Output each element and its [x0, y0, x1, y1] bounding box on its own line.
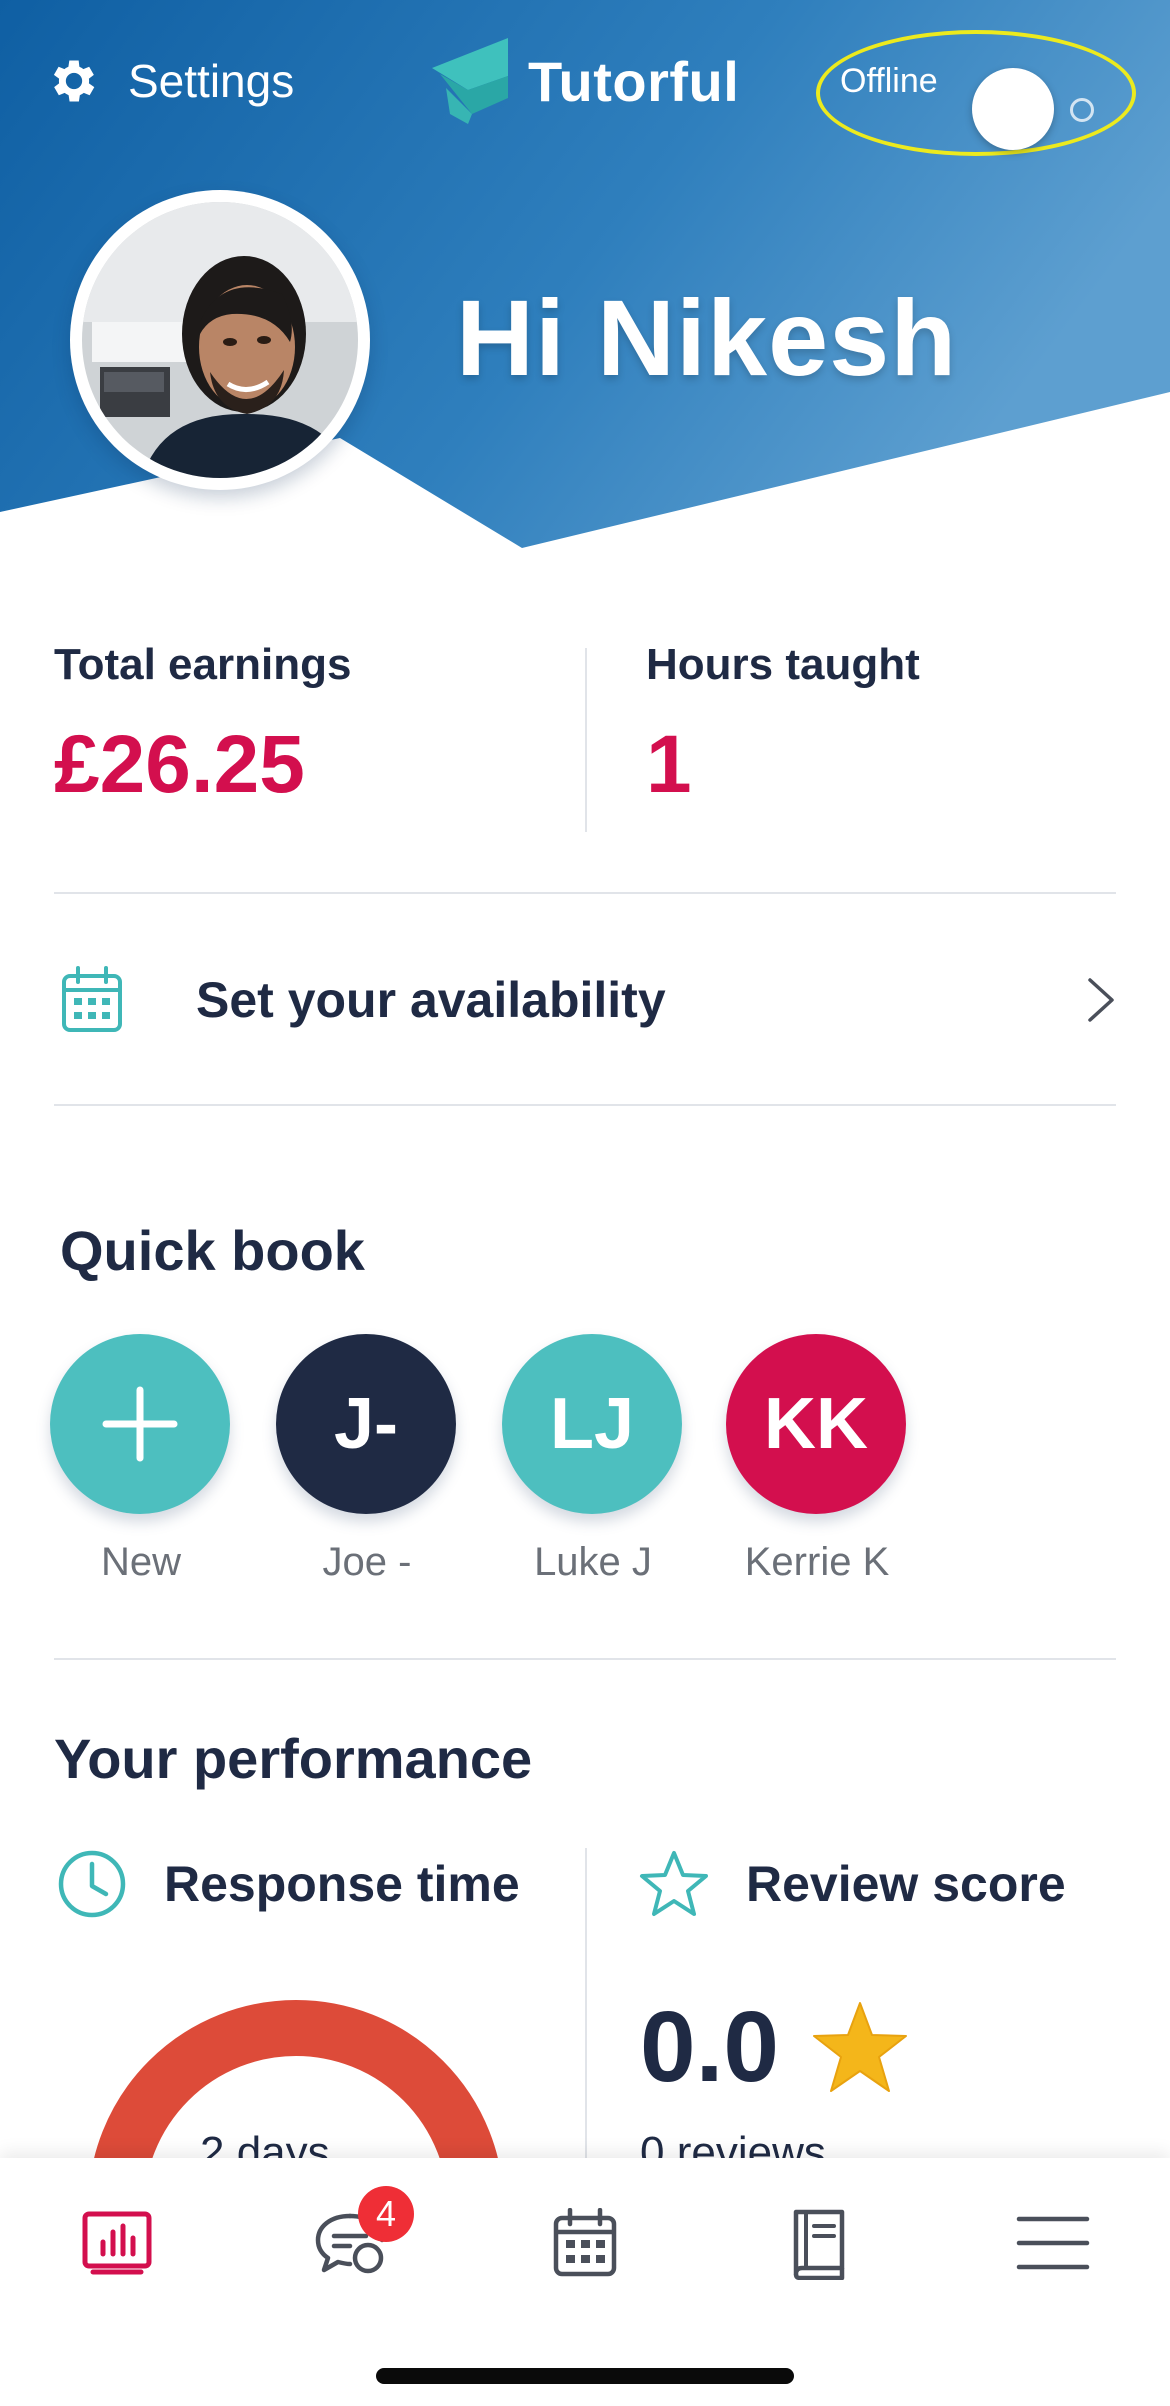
dashboard-chart-icon — [81, 2210, 153, 2281]
toggle-off-indicator-icon — [1070, 98, 1094, 122]
brand-name: Tutorful — [528, 49, 740, 113]
hours-taught-label: Hours taught — [646, 640, 920, 689]
quick-book-student[interactable]: J- Joe - — [276, 1334, 458, 1585]
review-score-header: Review score — [638, 1848, 1066, 1920]
brand-logo: Tutorful — [432, 38, 739, 124]
stats-summary: Total earnings £26.25 Hours taught 1 — [0, 640, 1170, 840]
quick-book-student[interactable]: LJ Luke J — [502, 1334, 684, 1585]
calendar-icon — [60, 966, 124, 1034]
hours-taught-value: 1 — [646, 719, 692, 810]
calendar-icon — [552, 2207, 618, 2283]
total-earnings-stat: Total earnings £26.25 — [54, 640, 351, 812]
avatar[interactable] — [70, 190, 370, 490]
greeting-heading: Hi Nikesh — [456, 277, 958, 398]
nav-menu[interactable] — [1008, 2200, 1098, 2290]
quick-book-name: New — [100, 1540, 182, 1584]
nav-messages[interactable]: 4 — [306, 2186, 414, 2290]
quick-book-name: Kerrie K — [744, 1540, 890, 1584]
review-score-label: Review score — [746, 1856, 1066, 1912]
unread-badge: 4 — [358, 2186, 414, 2242]
chevron-right-icon — [1084, 976, 1116, 1024]
stats-divider — [585, 648, 587, 832]
performance-divider — [585, 1848, 587, 2168]
hours-taught-stat: Hours taught 1 — [646, 640, 920, 812]
status-label: Offline — [840, 62, 938, 100]
avatar-photo — [82, 202, 358, 478]
profile-header: Settings Tutorful Offline Hi Nikesh — [0, 0, 1170, 560]
clock-icon — [56, 1848, 128, 1920]
set-availability-row[interactable]: Set your availability — [54, 940, 1116, 1060]
menu-icon — [1015, 2213, 1091, 2278]
review-score-value: 0.0 — [640, 1991, 780, 2103]
response-time-header: Response time — [56, 1848, 520, 1920]
divider — [54, 892, 1116, 894]
total-earnings-value: £26.25 — [54, 719, 305, 810]
performance-title: Your performance — [54, 1727, 533, 1790]
student-avatar-initials: KK — [726, 1334, 906, 1514]
divider — [54, 1658, 1116, 1660]
settings-label: Settings — [128, 55, 295, 107]
quick-book-title: Quick book — [60, 1219, 365, 1282]
quick-book-new-button[interactable]: New — [50, 1334, 232, 1585]
quick-book-student[interactable]: KK Kerrie K — [726, 1334, 908, 1585]
divider — [54, 1104, 1116, 1106]
total-earnings-label: Total earnings — [54, 640, 352, 689]
quick-book-name: Luke J — [534, 1540, 652, 1584]
review-score-display: 0.0 — [640, 1990, 909, 2105]
settings-button[interactable]: Settings — [46, 48, 294, 114]
star-outline-icon — [638, 1848, 710, 1920]
response-time-label: Response time — [164, 1856, 520, 1912]
online-status-toggle[interactable]: Offline — [816, 30, 1136, 156]
toggle-knob — [972, 68, 1054, 150]
tutorful-logo-icon — [432, 38, 512, 124]
student-avatar-initials: LJ — [502, 1334, 682, 1514]
gear-icon — [46, 53, 102, 109]
star-filled-icon — [811, 1999, 909, 2097]
nav-resources[interactable] — [774, 2200, 864, 2290]
home-indicator[interactable] — [376, 2368, 794, 2384]
add-icon — [50, 1334, 230, 1514]
set-availability-label: Set your availability — [196, 972, 666, 1028]
quick-book-list: New J- Joe - LJ Luke J KK Kerrie K — [50, 1334, 950, 1594]
quick-book-name: Joe - — [322, 1540, 412, 1584]
book-icon — [786, 2206, 852, 2285]
nav-dashboard[interactable] — [72, 2200, 162, 2290]
nav-calendar[interactable] — [540, 2200, 630, 2290]
student-avatar-initials: J- — [276, 1334, 456, 1514]
